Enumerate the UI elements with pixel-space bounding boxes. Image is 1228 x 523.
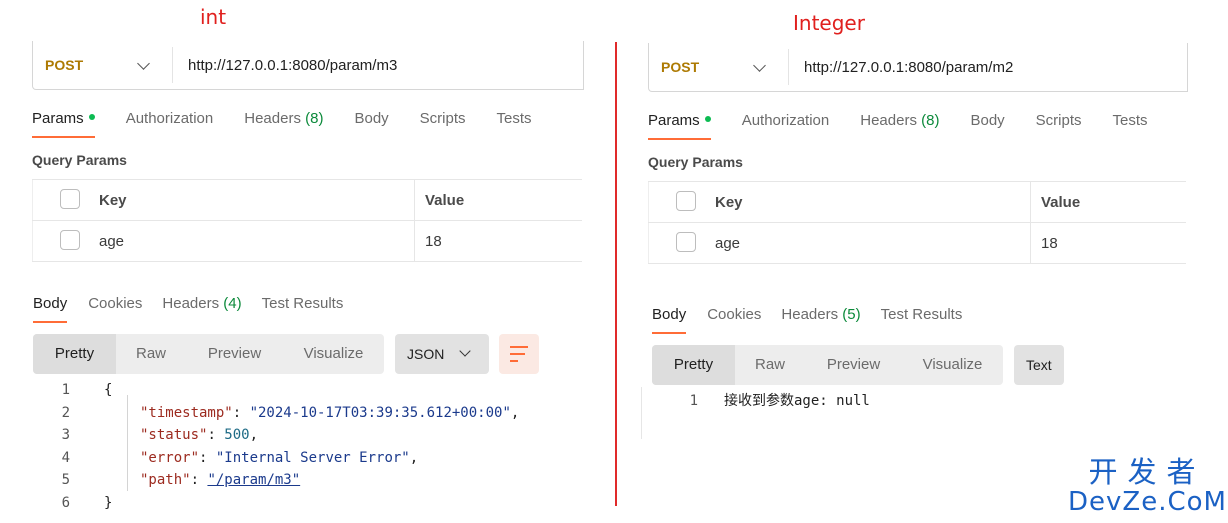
- tab-cookies[interactable]: Cookies: [88, 295, 142, 312]
- key-header: Key: [99, 192, 127, 209]
- query-params-label: Query Params: [648, 154, 743, 170]
- code-line: 3 "status": 500,: [61, 427, 259, 444]
- response-code-viewer: 1{ 2 "timestamp": "2024-10-17T03:39:35.61…: [24, 379, 584, 515]
- request-tabs: Params Authorization Headers (8) Body Sc…: [32, 110, 563, 138]
- tab-params[interactable]: Params: [648, 112, 711, 140]
- active-dot-icon: [704, 116, 711, 123]
- row-checkbox[interactable]: [60, 230, 80, 250]
- tab-test-results[interactable]: Test Results: [262, 295, 344, 312]
- param-key[interactable]: age: [715, 235, 740, 252]
- code-line: 1 接收到参数age: null: [689, 393, 870, 409]
- format-select[interactable]: Text: [1014, 345, 1064, 385]
- chevron-down-icon[interactable]: [137, 57, 150, 70]
- params-table: Key Value age 18: [32, 179, 582, 262]
- code-line: 1{: [61, 382, 113, 398]
- url-input[interactable]: http://127.0.0.1:8080/param/m2: [804, 59, 1013, 76]
- tab-headers[interactable]: Headers (8): [244, 110, 323, 127]
- response-code-viewer: 1 接收到参数age: null: [652, 390, 1172, 413]
- tab-cookies[interactable]: Cookies: [707, 306, 761, 323]
- tab-authorization[interactable]: Authorization: [742, 112, 830, 129]
- table-row: age 18: [32, 221, 582, 261]
- response-tabs: Body Cookies Headers (5) Test Results: [652, 306, 993, 334]
- tab-scripts[interactable]: Scripts: [420, 110, 466, 127]
- table-header-row: Key Value: [648, 182, 1186, 223]
- value-header: Value: [425, 192, 465, 209]
- view-mode-segment: Pretty Raw Preview Visualize: [33, 334, 384, 374]
- url-input[interactable]: http://127.0.0.1:8080/param/m3: [188, 57, 397, 74]
- tab-scripts[interactable]: Scripts: [1036, 112, 1082, 129]
- view-pretty[interactable]: Pretty: [652, 345, 735, 385]
- code-line: 4 "error": "Internal Server Error",: [61, 449, 419, 466]
- tab-authorization[interactable]: Authorization: [126, 110, 214, 127]
- view-preview[interactable]: Preview: [186, 334, 283, 374]
- chevron-down-icon: [459, 345, 471, 357]
- wrap-lines-button[interactable]: [499, 334, 539, 374]
- param-value[interactable]: 18: [1041, 235, 1058, 252]
- param-value[interactable]: 18: [425, 233, 442, 250]
- watermark-logo: 开发者 DevZe.CoM: [1068, 455, 1227, 517]
- active-dot-icon: [88, 114, 95, 121]
- param-key[interactable]: age: [99, 233, 124, 250]
- view-visualize[interactable]: Visualize: [902, 345, 1003, 385]
- method-select[interactable]: POST: [661, 59, 699, 75]
- tab-tests[interactable]: Tests: [1113, 112, 1148, 129]
- select-all-checkbox[interactable]: [60, 189, 80, 209]
- tab-response-headers[interactable]: Headers (5): [781, 306, 860, 323]
- view-mode-segment: Pretty Raw Preview Visualize: [652, 345, 1003, 385]
- left-panel: POST http://127.0.0.1:8080/param/m3 Para…: [0, 0, 600, 523]
- request-bar: POST http://127.0.0.1:8080/param/m3: [32, 41, 584, 90]
- chevron-down-icon[interactable]: [753, 59, 766, 72]
- table-header-row: Key Value: [32, 180, 582, 221]
- format-select[interactable]: JSON: [395, 334, 489, 374]
- code-line: 2 "timestamp": "2024-10-17T03:39:35.612+0…: [61, 404, 520, 421]
- query-params-label: Query Params: [32, 152, 127, 168]
- tab-response-body[interactable]: Body: [33, 295, 68, 323]
- tab-params[interactable]: Params: [32, 110, 95, 138]
- right-panel: POST http://127.0.0.1:8080/param/m2 Para…: [616, 0, 1228, 523]
- view-pretty[interactable]: Pretty: [33, 334, 116, 374]
- tab-test-results[interactable]: Test Results: [881, 306, 963, 323]
- request-bar: POST http://127.0.0.1:8080/param/m2: [648, 43, 1188, 92]
- tab-response-headers[interactable]: Headers (4): [162, 295, 241, 312]
- code-line: 5 "path": "/param/m3": [61, 472, 301, 489]
- tab-tests[interactable]: Tests: [497, 110, 532, 127]
- method-select[interactable]: POST: [45, 57, 83, 73]
- table-row: age 18: [648, 223, 1186, 263]
- view-raw[interactable]: Raw: [116, 334, 186, 374]
- view-visualize[interactable]: Visualize: [283, 334, 384, 374]
- view-raw[interactable]: Raw: [735, 345, 805, 385]
- response-tabs: Body Cookies Headers (4) Test Results: [33, 295, 374, 323]
- value-header: Value: [1041, 194, 1081, 211]
- tab-body[interactable]: Body: [970, 112, 1004, 129]
- request-tabs: Params Authorization Headers (8) Body Sc…: [648, 112, 1179, 140]
- tab-response-body[interactable]: Body: [652, 306, 687, 334]
- path-link[interactable]: "/param/m3": [207, 472, 300, 488]
- tab-body[interactable]: Body: [354, 110, 388, 127]
- row-checkbox[interactable]: [676, 232, 696, 252]
- select-all-checkbox[interactable]: [676, 191, 696, 211]
- view-preview[interactable]: Preview: [805, 345, 902, 385]
- key-header: Key: [715, 194, 743, 211]
- tab-headers[interactable]: Headers (8): [860, 112, 939, 129]
- params-table: Key Value age 18: [648, 181, 1186, 264]
- code-line: 6}: [61, 494, 113, 511]
